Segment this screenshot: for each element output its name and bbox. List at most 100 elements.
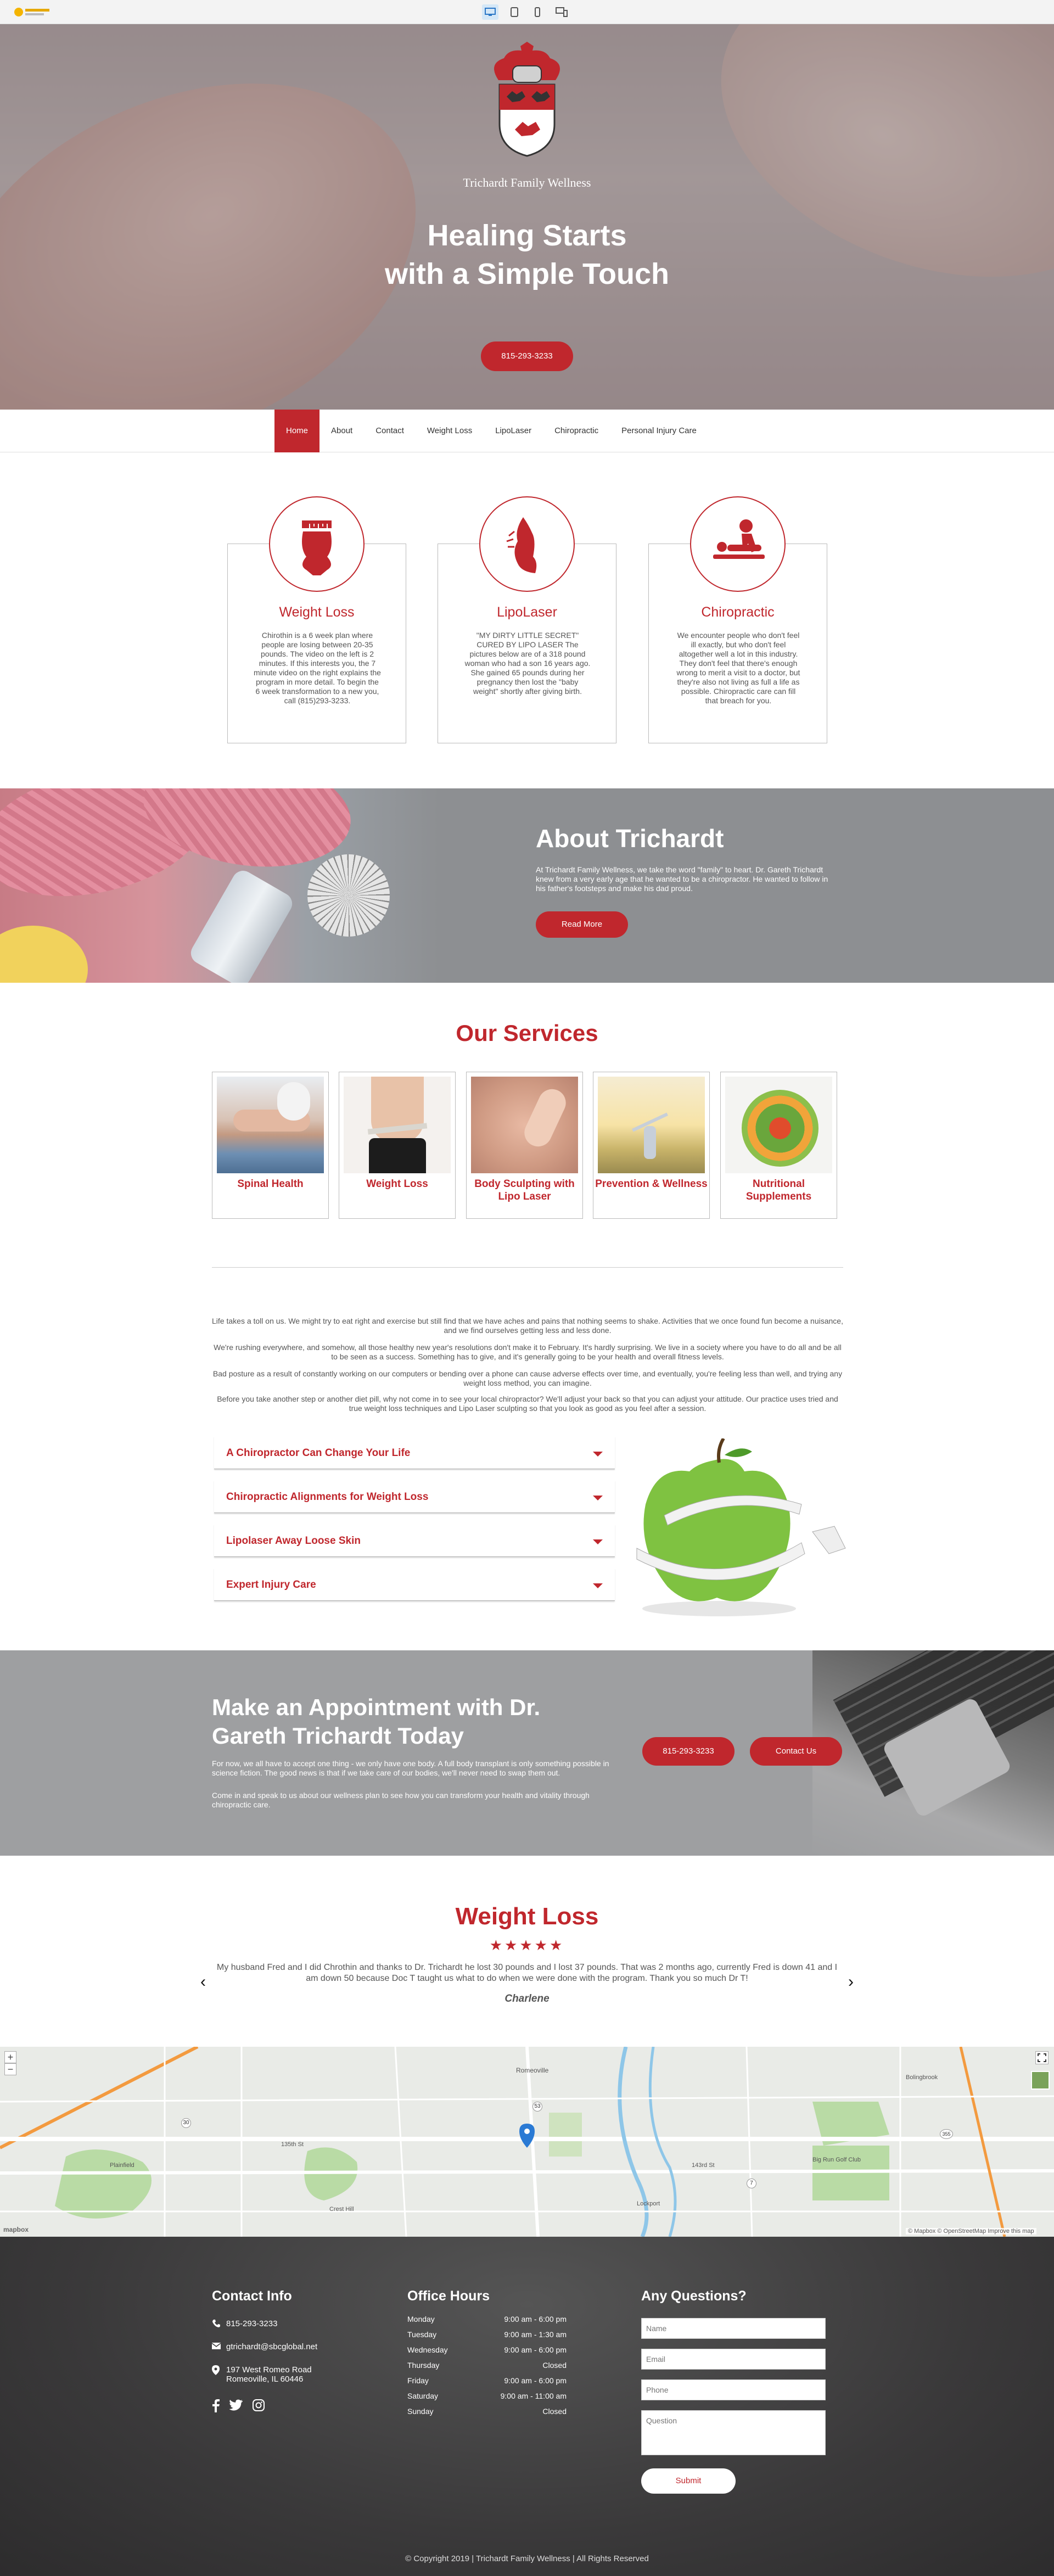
testimonial-title: Weight Loss <box>455 1903 599 1930</box>
nav-list: Home About Contact Weight Loss LipoLaser… <box>274 410 708 452</box>
service-label: Body Sculpting with Lipo Laser <box>474 1178 575 1202</box>
submit-button[interactable]: Submit <box>641 2468 736 2494</box>
chevron-right-icon[interactable]: › <box>845 1974 856 1990</box>
service-card-prevention-wellness[interactable]: Prevention & Wellness <box>593 1072 710 1219</box>
accordion-label: Chiropractic Alignments for Weight Loss <box>226 1491 429 1503</box>
chevron-left-icon[interactable]: ‹ <box>198 1974 209 1990</box>
nav-item-contact[interactable]: Contact <box>364 410 416 452</box>
zoom-out-button[interactable]: − <box>4 2063 16 2075</box>
hours-row: Tuesday 9:00 am - 1:30 am <box>407 2327 567 2342</box>
footer-email[interactable]: gtrichardt@sbcglobal.net <box>211 2342 318 2352</box>
route-shield: 53 <box>532 2102 542 2112</box>
service-label: Weight Loss <box>366 1178 428 1190</box>
route-shield: 355 <box>940 2129 953 2139</box>
email-field[interactable] <box>641 2349 826 2370</box>
feature-title: Weight Loss <box>279 604 355 620</box>
about-section <box>0 788 1054 983</box>
services-title: Our Services <box>456 1020 598 1046</box>
body-sculpting-photo <box>471 1077 578 1173</box>
map-label: Romeoville <box>516 2067 549 2074</box>
hours-day: Wednesday <box>407 2345 448 2354</box>
hero-phone-button[interactable]: 815-293-3233 <box>481 341 573 371</box>
location-map[interactable]: Romeoville Bolingbrook Plainfield Crest … <box>0 2047 1054 2237</box>
contact-us-button[interactable]: Contact Us <box>750 1737 842 1766</box>
template-logo[interactable] <box>13 5 54 19</box>
zoom-in-button[interactable]: + <box>4 2051 16 2063</box>
chevron-down-icon <box>593 1452 603 1457</box>
weight-loss-icon <box>269 496 365 592</box>
nav-item-chiropractic[interactable]: Chiropractic <box>543 410 610 452</box>
editor-toolbar <box>0 0 1054 24</box>
nav-item-personal-injury-care[interactable]: Personal Injury Care <box>610 410 708 452</box>
nav-item-home[interactable]: Home <box>274 410 320 452</box>
hero-title-line1: Healing Starts <box>427 219 627 252</box>
service-card-nutritional-supplements[interactable]: Nutritional Supplements <box>720 1072 837 1219</box>
chevron-down-icon <box>593 1583 603 1588</box>
nutritional-supplements-photo <box>725 1077 832 1173</box>
footer-address-line2: Romeoville, IL 60446 <box>226 2375 304 2384</box>
appointment-text: For now, we all have to accept one thing… <box>212 1759 609 1777</box>
appointment-text: Come in and speak to us about our wellne… <box>212 1791 590 1809</box>
hours-day: Saturday <box>407 2392 439 2400</box>
accordion-item[interactable]: Lipolaser Away Loose Skin <box>214 1524 615 1557</box>
map-attribution[interactable]: © Mapbox © OpenStreetMap Improve this ma… <box>906 2228 1036 2235</box>
footer-phone[interactable]: 815-293-3233 <box>212 2319 277 2330</box>
service-card-spinal-health[interactable]: Spinal Health <box>212 1072 329 1219</box>
service-card-weight-loss[interactable]: Weight Loss <box>339 1072 456 1219</box>
hours-time: Closed <box>542 2361 567 2370</box>
hours-time: 9:00 am - 1:30 am <box>504 2330 567 2339</box>
services-paragraph: Before you take another step or another … <box>217 1395 838 1413</box>
twitter-icon[interactable] <box>229 2399 243 2415</box>
laptop-image <box>812 1650 1054 1856</box>
phone-field[interactable] <box>641 2379 826 2400</box>
accordion-item[interactable]: A Chiropractor Can Change Your Life <box>214 1436 615 1469</box>
contact-title: Contact Info <box>212 2288 292 2304</box>
hours-day: Monday <box>407 2315 435 2323</box>
question-field[interactable] <box>641 2410 826 2455</box>
read-more-button[interactable]: Read More <box>536 911 628 938</box>
phone-icon <box>212 2319 226 2330</box>
main-nav: Home About Contact Weight Loss LipoLaser… <box>0 410 1054 452</box>
hours-row: Friday 9:00 am - 6:00 pm <box>407 2373 567 2388</box>
testimonial-author: Charlene <box>504 1993 550 2004</box>
feature-text: Chirothin is a 6 week plan where people … <box>254 631 381 705</box>
map-label: 135th St <box>281 2141 304 2148</box>
hours-row: Monday 9:00 am - 6:00 pm <box>407 2311 567 2327</box>
nav-item-lipolaser[interactable]: LipoLaser <box>484 410 543 452</box>
appointment-phone-button[interactable]: 815-293-3233 <box>642 1737 735 1766</box>
family-crest-logo <box>494 42 560 157</box>
hero-title: Healing Starts with a Simple Touch <box>307 216 747 293</box>
nav-item-about[interactable]: About <box>319 410 364 452</box>
instagram-icon[interactable] <box>253 2399 265 2415</box>
hours-day: Sunday <box>407 2407 434 2416</box>
copyright-text: © Copyright 2019 | Trichardt Family Well… <box>405 2554 649 2563</box>
footer-email-text: gtrichardt@sbcglobal.net <box>226 2342 318 2351</box>
chevron-down-icon <box>593 1496 603 1500</box>
feature-text: "MY DIRTY LITTLE SECRET" CURED BY LIPO L… <box>464 631 591 696</box>
brand-name: Trichardt Family Wellness <box>463 176 591 189</box>
facebook-icon[interactable] <box>212 2399 220 2415</box>
satellite-toggle-icon[interactable] <box>1031 2071 1050 2090</box>
questions-title: Any Questions? <box>641 2288 747 2304</box>
nav-item-weight-loss[interactable]: Weight Loss <box>416 410 484 452</box>
accordion-label: Expert Injury Care <box>226 1579 316 1591</box>
name-field[interactable] <box>641 2318 826 2339</box>
feature-title: Chiropractic <box>701 604 775 620</box>
chiropractic-icon <box>690 496 786 592</box>
mobile-icon[interactable] <box>529 4 546 20</box>
map-label: Big Run Golf Club <box>812 2157 861 2163</box>
map-label: Lockport <box>637 2200 660 2207</box>
desktop-icon[interactable] <box>482 4 498 20</box>
tablet-icon[interactable] <box>506 4 523 20</box>
email-icon <box>211 2342 226 2352</box>
split-view-icon[interactable] <box>553 4 570 20</box>
map-label: 143rd St <box>692 2162 715 2169</box>
prevention-wellness-photo <box>598 1077 705 1173</box>
accordion-item[interactable]: Expert Injury Care <box>214 1568 615 1601</box>
footer-address-line1: 197 West Romeo Road <box>226 2365 312 2375</box>
accordion-label: Lipolaser Away Loose Skin <box>226 1535 361 1547</box>
fullscreen-icon[interactable] <box>1035 2051 1049 2064</box>
hours-day: Thursday <box>407 2361 440 2370</box>
service-card-body-sculpting[interactable]: Body Sculpting with Lipo Laser <box>466 1072 583 1219</box>
accordion-item[interactable]: Chiropractic Alignments for Weight Loss <box>214 1480 615 1513</box>
